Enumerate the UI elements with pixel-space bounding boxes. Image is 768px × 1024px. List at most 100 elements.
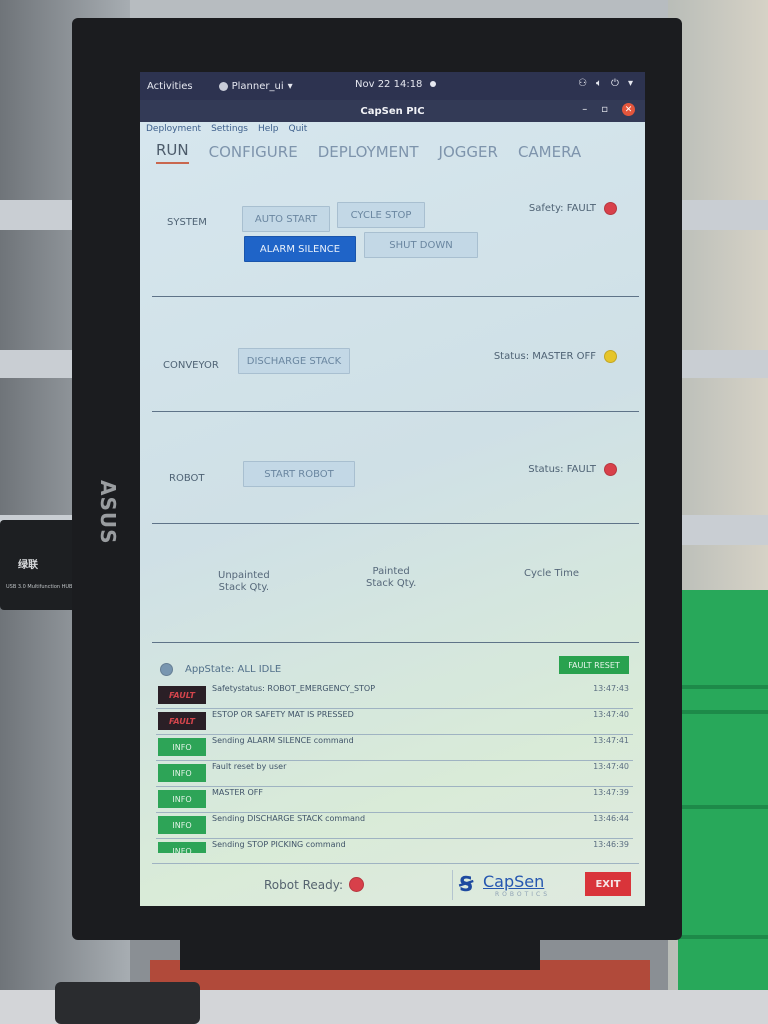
- robot-status-led: [604, 463, 617, 476]
- log-level-badge: INFO: [158, 738, 206, 756]
- clock[interactable]: Nov 22 14:18: [355, 79, 437, 90]
- conveyor-status-text: Status: MASTER OFF: [493, 351, 596, 362]
- docking-device: [55, 982, 200, 1024]
- log-level-badge: FAULT: [158, 686, 206, 704]
- notification-dot-icon: [430, 81, 437, 87]
- log-entry: INFO Fault reset by user 13:47:40: [156, 761, 633, 787]
- logo-subtitle: ROBOTICS: [495, 891, 551, 898]
- restore-icon[interactable]: ▫: [601, 104, 608, 115]
- log-message: ESTOP OR SAFETY MAT IS PRESSED: [212, 710, 354, 719]
- minimize-icon[interactable]: –: [582, 104, 587, 115]
- log-entry: INFO Sending STOP PICKING command 13:46:…: [156, 839, 633, 853]
- volume-icon: 🔈︎: [596, 78, 603, 89]
- app-menu[interactable]: Planner_ui ▾: [218, 80, 293, 92]
- conveyor-label: CONVEYOR: [163, 360, 219, 371]
- safety-status-led: [604, 202, 617, 215]
- menu-quit[interactable]: Quit: [289, 124, 308, 138]
- unpainted-stack-qty-label: Unpainted Stack Qty.: [218, 570, 270, 593]
- log-level-badge: INFO: [158, 790, 206, 808]
- log-time: 13:47:41: [593, 736, 629, 745]
- log-message: Sending ALARM SILENCE command: [212, 736, 354, 745]
- conveyor-status-led: [604, 350, 617, 363]
- clock-text: Nov 22 14:18: [355, 79, 423, 90]
- conveyor-section: CONVEYOR DISCHARGE STACK Status: MASTER …: [152, 296, 639, 412]
- log-level-badge: INFO: [158, 816, 206, 834]
- capsen-logo-icon: Ꞩ: [459, 872, 474, 896]
- menu-deployment[interactable]: Deployment: [146, 124, 201, 138]
- tab-configure[interactable]: CONFIGURE: [209, 143, 298, 164]
- caret-down-icon: ▾: [287, 80, 293, 92]
- cycle-stop-button[interactable]: CYCLE STOP: [337, 202, 425, 228]
- green-crate: [678, 590, 768, 990]
- log-time: 13:46:39: [593, 840, 629, 849]
- log-message: Sending DISCHARGE STACK command: [212, 814, 366, 823]
- usb-hub-brand: 绿联: [18, 560, 38, 571]
- log-time: 13:47:40: [593, 762, 629, 771]
- window-title: CapSen PIC: [360, 105, 425, 117]
- log-message: MASTER OFF: [212, 788, 263, 797]
- monitor-stand: [180, 940, 540, 970]
- robot-status: Status: FAULT: [528, 463, 617, 476]
- robot-label: ROBOT: [169, 473, 205, 484]
- system-section: SYSTEM AUTO START CYCLE STOP ALARM SILEN…: [152, 164, 639, 297]
- tab-run[interactable]: RUN: [156, 141, 189, 164]
- log-time: 13:47:40: [593, 710, 629, 719]
- logo-name: CapSen: [483, 872, 545, 891]
- log-level-badge: INFO: [158, 764, 206, 782]
- app-body: Deployment Settings Help Quit RUN CONFIG…: [140, 122, 645, 906]
- menu-help[interactable]: Help: [258, 124, 279, 138]
- start-robot-button[interactable]: START ROBOT: [243, 461, 355, 487]
- log-time: 13:47:39: [593, 788, 629, 797]
- shut-down-button[interactable]: SHUT DOWN: [364, 232, 478, 258]
- tab-deployment[interactable]: DEPLOYMENT: [318, 143, 419, 164]
- cycle-time-label: Cycle Time: [524, 568, 579, 579]
- robot-ready-led: [349, 877, 365, 892]
- log-entry: INFO Sending DISCHARGE STACK command 13:…: [156, 813, 633, 839]
- close-icon[interactable]: ✕: [622, 103, 635, 116]
- log-entry: INFO Sending ALARM SILENCE command 13:47…: [156, 735, 633, 761]
- log-message: Safetystatus: ROBOT_EMERGENCY_STOP: [212, 684, 376, 693]
- robot-section: ROBOT START ROBOT Status: FAULT: [152, 411, 639, 524]
- log-message: Sending STOP PICKING command: [212, 840, 346, 849]
- system-tray[interactable]: ⚇ 🔈︎ ⏻ ▾: [578, 78, 633, 89]
- discharge-stack-button[interactable]: DISCHARGE STACK: [238, 348, 350, 374]
- log-entry: FAULT ESTOP OR SAFETY MAT IS PRESSED 13:…: [156, 709, 633, 735]
- menu-settings[interactable]: Settings: [211, 124, 248, 138]
- app-menu-label: Planner_ui: [231, 80, 284, 92]
- footer-bar: Robot Ready: Ꞩ CapSen ROBOTICS EXIT: [152, 863, 639, 906]
- tab-camera[interactable]: CAMERA: [518, 143, 581, 164]
- app-icon: [218, 81, 228, 91]
- log-entry: FAULT Safetystatus: ROBOT_EMERGENCY_STOP…: [156, 683, 633, 709]
- log-level-badge: INFO: [158, 842, 206, 853]
- conveyor-status: Status: MASTER OFF: [494, 350, 617, 363]
- log-level-badge: FAULT: [158, 712, 206, 730]
- desktop-top-bar: Activities Planner_ui ▾ Nov 22 14:18 ⚇ 🔈…: [140, 72, 645, 100]
- log-message: Fault reset by user: [212, 762, 287, 771]
- exit-button[interactable]: EXIT: [585, 872, 631, 896]
- screen: Activities Planner_ui ▾ Nov 22 14:18 ⚇ 🔈…: [140, 72, 645, 906]
- monitor-brand-logo: ASUS: [96, 480, 120, 545]
- menu-bar: Deployment Settings Help Quit: [140, 122, 645, 138]
- activities-button[interactable]: Activities: [147, 81, 193, 92]
- alarm-silence-button[interactable]: ALARM SILENCE: [244, 236, 356, 262]
- safety-status: Safety: FAULT: [529, 202, 617, 215]
- painted-stack-qty-label: Painted Stack Qty.: [366, 566, 417, 589]
- app-state: AppState: ALL IDLE: [160, 663, 281, 676]
- robot-ready-indicator: Robot Ready:: [264, 877, 365, 892]
- power-icon: ⏻: [611, 78, 619, 89]
- event-log-list[interactable]: FAULT Safetystatus: ROBOT_EMERGENCY_STOP…: [156, 683, 633, 853]
- fault-reset-button[interactable]: FAULT RESET: [559, 656, 629, 674]
- safety-status-text: Safety: FAULT: [528, 203, 596, 214]
- capsen-logo: Ꞩ CapSen ROBOTICS: [452, 870, 573, 900]
- app-state-led: [160, 663, 173, 676]
- network-icon: ⚇: [578, 78, 588, 89]
- window-title-bar: CapSen PIC – ▫ ✕: [140, 100, 645, 122]
- robot-ready-label: Robot Ready:: [264, 877, 344, 892]
- system-label: SYSTEM: [167, 217, 207, 228]
- log-entry: INFO MASTER OFF 13:47:39: [156, 787, 633, 813]
- log-time: 13:47:43: [593, 684, 629, 693]
- tab-bar: RUN CONFIGURE DEPLOYMENT JOGGER CAMERA: [140, 138, 645, 164]
- auto-start-button[interactable]: AUTO START: [242, 206, 330, 232]
- usb-hub-label: USB 3.0 Multifunction HUB: [6, 584, 73, 590]
- tab-jogger[interactable]: JOGGER: [439, 143, 498, 164]
